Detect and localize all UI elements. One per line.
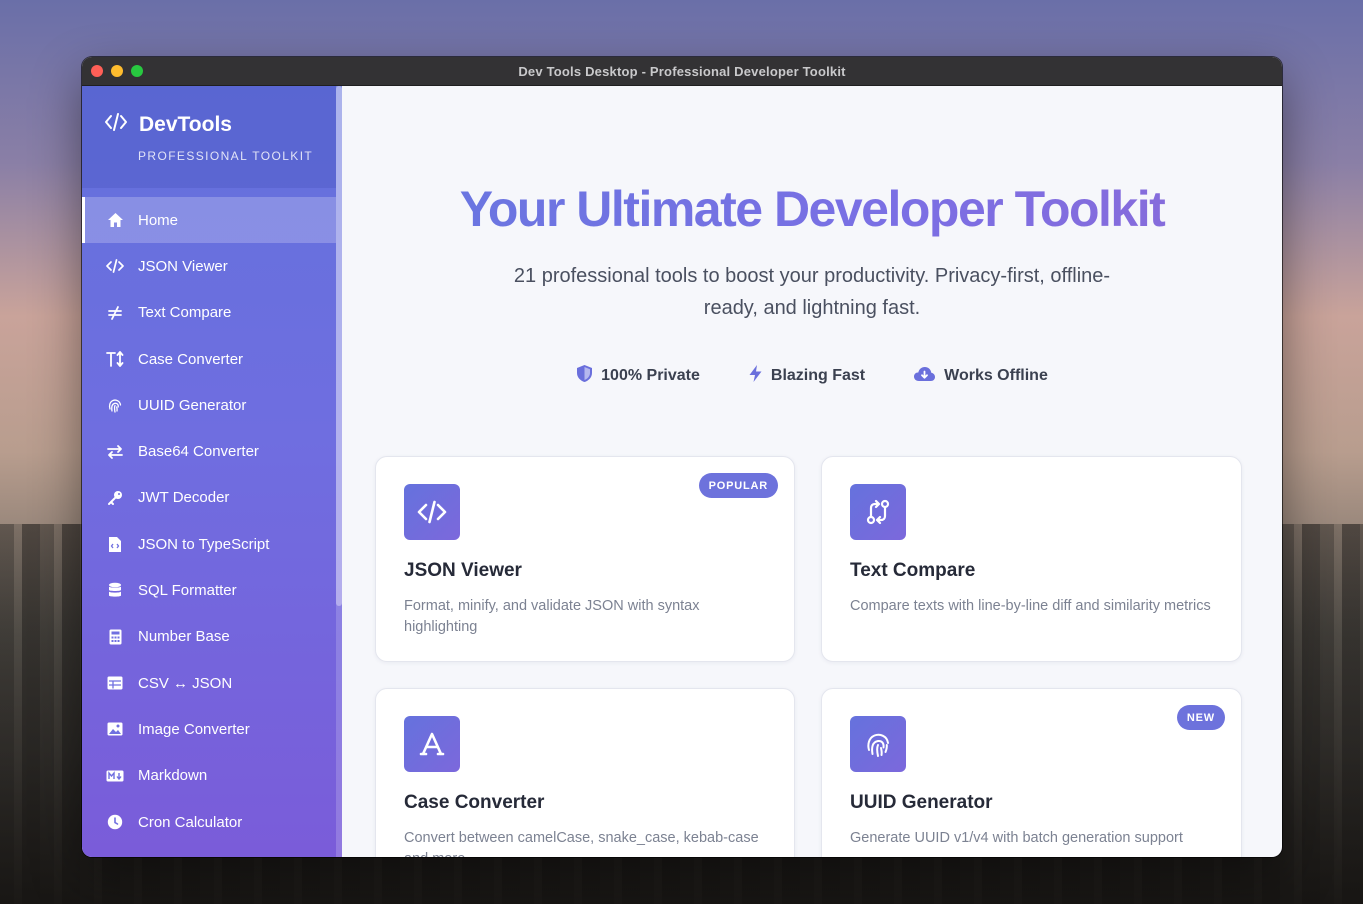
card-description: Convert between camelCase, snake_case, k… [404,830,759,857]
sidebar-item-home[interactable]: Home [82,197,336,244]
sidebar-item-cron-calculator[interactable]: Cron Calculator [82,799,336,845]
markdown-icon [106,767,124,785]
database-icon [106,582,124,600]
badge-label: 100% Private [601,367,700,384]
sidebar-item-markdown[interactable]: Markdown [82,753,336,799]
font-icon [404,716,460,772]
hero-section: Your Ultimate Developer Toolkit 21 profe… [342,86,1282,388]
close-window-button[interactable] [91,65,103,77]
fingerprint-icon [106,396,124,414]
git-compare-icon [850,484,906,540]
sidebar-item-image-converter[interactable]: Image Converter [82,706,336,752]
feature-badges: 100% Private Blazing Fast Works Offline [342,364,1282,388]
sidebar-item-number-base[interactable]: Number Base [82,614,336,660]
sidebar-item-label: Cron Calculator [138,813,243,831]
card-title: Text Compare [850,560,976,581]
calculator-icon [106,628,124,646]
file-code-icon [106,535,124,553]
badge-private: 100% Private [576,364,700,388]
zoom-window-button[interactable] [131,65,143,77]
sidebar-item-uuid-generator[interactable]: UUID Generator [82,382,336,428]
sidebar-item-label: Base64 Converter [138,443,259,461]
tool-cards-grid: JSON Viewer Format, minify, and validate… [375,456,1242,857]
text-height-icon [106,350,124,368]
tool-card-json-viewer[interactable]: JSON Viewer Format, minify, and validate… [375,456,795,662]
sidebar-item-label: Markdown [138,767,208,785]
sidebar-item-label: JWT Decoder [138,489,230,507]
brand-header: DevTools PROFESSIONAL TOOLKIT [82,86,336,188]
title-bar: Dev Tools Desktop - Professional Develop… [82,57,1282,86]
tool-card-case-converter[interactable]: Case Converter Convert between camelCase… [375,688,795,857]
sidebar-item-label: Image Converter [138,720,250,738]
not-equal-icon [106,304,124,322]
sidebar-item-sql-formatter[interactable]: SQL Formatter [82,567,336,613]
sidebar-item-text-compare[interactable]: Text Compare [82,290,336,336]
shield-icon [576,364,593,388]
card-title: Case Converter [404,792,545,813]
badge-offline: Works Offline [913,364,1048,388]
sidebar-item-label: Home [138,211,179,229]
sidebar-item-csv-json[interactable]: CSV ↔ JSON [82,660,336,706]
card-description: Generate UUID v1/v4 with batch generatio… [850,830,1183,846]
table-icon [106,674,124,692]
sidebar: DevTools PROFESSIONAL TOOLKIT Home JSON … [82,86,342,857]
code-icon [104,112,128,137]
sidebar-item-base64-converter[interactable]: Base64 Converter [82,428,336,474]
card-description: Format, minify, and validate JSON with s… [404,598,700,635]
key-icon [106,489,124,507]
main-content: Your Ultimate Developer Toolkit 21 profe… [342,86,1282,857]
badge-fast: Blazing Fast [748,364,865,388]
sidebar-item-label: UUID Generator [138,396,247,414]
card-title: JSON Viewer [404,560,522,581]
sidebar-item-json-viewer[interactable]: JSON Viewer [82,243,336,289]
sidebar-item-label: JSON Viewer [138,257,228,275]
brand-name: DevTools [139,112,232,136]
sidebar-item-label: Number Base [138,628,230,646]
hero-title: Your Ultimate Developer Toolkit [342,180,1282,238]
window-title: Dev Tools Desktop - Professional Develop… [518,63,846,79]
fingerprint-icon [850,716,906,772]
cloud-download-icon [913,366,936,387]
exchange-icon [106,443,124,461]
tool-card-text-compare[interactable]: Text Compare Compare texts with line-by-… [821,456,1242,662]
badge-label: Blazing Fast [770,367,866,384]
sidebar-item-jwt-decoder[interactable]: JWT Decoder [82,475,336,521]
app-window: Dev Tools Desktop - Professional Develop… [82,57,1282,857]
sidebar-item-label: Text Compare [138,304,232,322]
image-icon [106,720,124,738]
sidebar-item-label: CSV ↔ JSON [138,674,233,692]
tool-card-uuid-generator[interactable]: UUID Generator Generate UUID v1/v4 with … [821,688,1242,857]
sidebar-item-label: SQL Formatter [138,582,237,600]
sidebar-item-label: Case Converter [138,350,244,368]
code-icon [404,484,460,540]
hero-subtitle: 21 professional tools to boost your prod… [513,265,1111,319]
brand-subtitle: PROFESSIONAL TOOLKIT [138,149,314,163]
sidebar-nav: Home JSON Viewer Text Compare Case Conve… [82,197,336,845]
card-title: UUID Generator [850,792,993,813]
sidebar-item-json-to-typescript[interactable]: JSON to TypeScript [82,521,336,567]
popular-badge: POPULAR [698,473,778,498]
card-description: Compare texts with line-by-line diff and… [850,598,1211,614]
bolt-icon [748,364,763,388]
new-badge: NEW [1176,705,1225,730]
home-icon [106,211,124,229]
badge-label: Works Offline [944,367,1048,384]
window-controls [91,65,143,77]
sidebar-item-case-converter[interactable]: Case Converter [82,336,336,382]
sidebar-item-label: JSON to TypeScript [138,535,270,553]
clock-icon [106,813,124,831]
minimize-window-button[interactable] [111,65,123,77]
code-icon [106,257,124,275]
